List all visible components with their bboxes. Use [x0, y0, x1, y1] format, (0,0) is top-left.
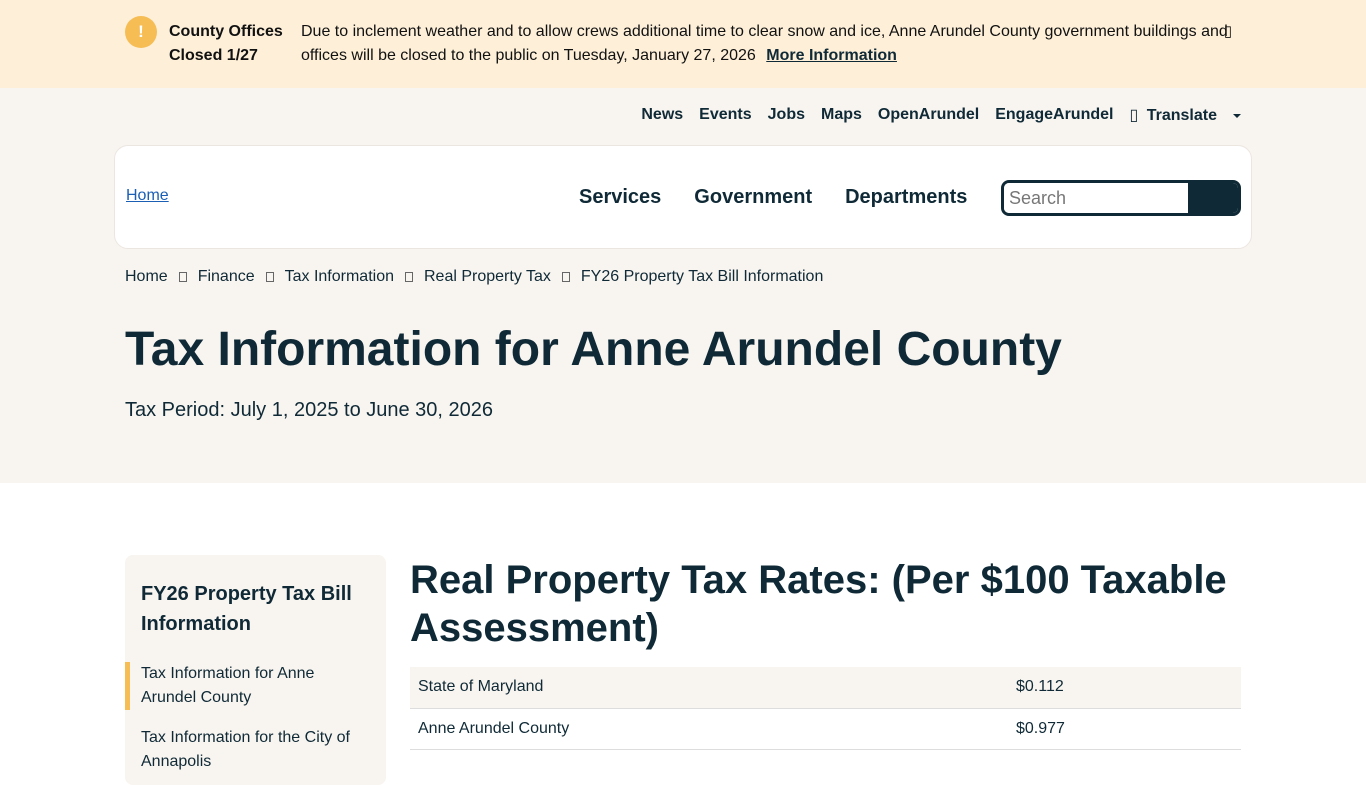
- utility-link-engagearundel[interactable]: EngageArundel: [995, 106, 1113, 124]
- alert-message-wrap: Due to inclement weather and to allow cr…: [301, 20, 1231, 68]
- translate-label: Translate: [1146, 107, 1217, 124]
- rate-label: State of Maryland: [410, 667, 1008, 709]
- breadcrumb-real-property-tax[interactable]: Real Property Tax: [424, 268, 551, 286]
- sidebar: FY26 Property Tax Bill Information Tax I…: [125, 555, 386, 785]
- globe-icon: ▯: [1129, 107, 1139, 124]
- utility-link-events[interactable]: Events: [699, 106, 751, 124]
- caret-down-icon: [1233, 113, 1241, 118]
- rate-label: Anne Arundel County: [410, 708, 1008, 750]
- utility-nav: News Events Jobs Maps OpenArundel Engage…: [625, 104, 1241, 126]
- page-subtitle: Tax Period: July 1, 2025 to June 30, 202…: [125, 399, 494, 421]
- main-nav: Services Government Departments: [579, 186, 1000, 209]
- sidebar-item-anne-arundel[interactable]: Tax Information for Anne Arundel County: [125, 662, 386, 710]
- home-logo-link[interactable]: Home: [126, 187, 169, 205]
- nav-government[interactable]: Government: [694, 186, 812, 209]
- utility-link-openarundel[interactable]: OpenArundel: [878, 106, 979, 124]
- chevron-right-icon: [178, 272, 187, 282]
- breadcrumb-home[interactable]: Home: [125, 268, 168, 286]
- translate-dropdown[interactable]: ▯ Translate: [1129, 105, 1241, 125]
- page-title: Tax Information for Anne Arundel County: [125, 323, 1062, 376]
- alert-banner: ! County Offices Closed 1/27 Due to incl…: [0, 0, 1366, 88]
- search-input[interactable]: [1004, 183, 1192, 213]
- rate-value: $0.112: [1008, 667, 1241, 709]
- breadcrumb-finance[interactable]: Finance: [198, 268, 255, 286]
- more-information-link[interactable]: More Information: [766, 47, 897, 64]
- close-alert-icon[interactable]: ▯: [1219, 20, 1237, 44]
- breadcrumb-tax-information[interactable]: Tax Information: [285, 268, 394, 286]
- breadcrumb-current: FY26 Property Tax Bill Information: [580, 268, 824, 285]
- rates-heading: Real Property Tax Rates: (Per $100 Taxab…: [410, 558, 1227, 650]
- table-row: Anne Arundel County $0.977: [410, 708, 1241, 750]
- rates-table: State of Maryland $0.112 Anne Arundel Co…: [410, 667, 1241, 750]
- alert-message: Due to inclement weather and to allow cr…: [301, 23, 1228, 64]
- rate-value: $0.977: [1008, 708, 1241, 750]
- chevron-right-icon: [265, 272, 274, 282]
- exclamation-icon: !: [125, 16, 157, 48]
- breadcrumb: Home Finance Tax Information Real Proper…: [125, 268, 823, 286]
- main-header: Home Services Government Departments: [114, 145, 1252, 249]
- chevron-right-icon: [561, 272, 570, 282]
- search-button[interactable]: [1188, 183, 1238, 213]
- nav-departments[interactable]: Departments: [845, 186, 967, 209]
- utility-link-jobs[interactable]: Jobs: [768, 106, 805, 124]
- utility-link-maps[interactable]: Maps: [821, 106, 862, 124]
- sidebar-heading: FY26 Property Tax Bill Information: [141, 583, 352, 635]
- search-form: [1001, 180, 1241, 216]
- chevron-right-icon: [405, 272, 413, 282]
- utility-link-news[interactable]: News: [641, 106, 683, 124]
- alert-title: County Offices Closed 1/27: [169, 23, 283, 64]
- sidebar-item-annapolis[interactable]: Tax Information for the City of Annapoli…: [125, 726, 386, 774]
- table-row: State of Maryland $0.112: [410, 667, 1241, 709]
- nav-services[interactable]: Services: [579, 186, 661, 209]
